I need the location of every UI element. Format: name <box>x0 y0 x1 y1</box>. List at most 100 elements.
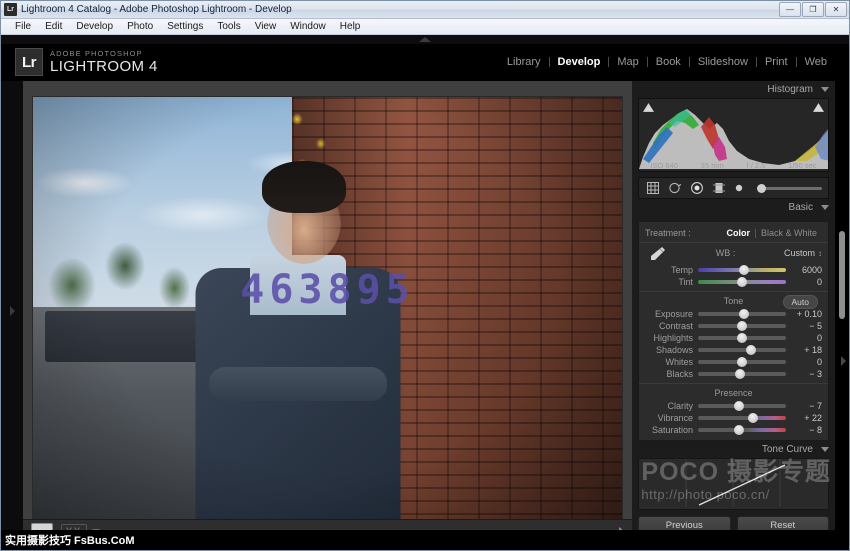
slider-track[interactable] <box>698 360 786 364</box>
slider-track[interactable] <box>698 324 786 328</box>
chevron-down-icon[interactable] <box>821 87 829 92</box>
slider-temp[interactable]: Temp 6000 <box>639 264 828 276</box>
image-canvas[interactable]: 463895 <box>23 81 632 541</box>
slider-knob[interactable] <box>734 425 744 435</box>
chevron-down-icon[interactable] <box>821 447 829 452</box>
tone-curve-graph[interactable] <box>638 458 829 510</box>
slider-exposure[interactable]: Exposure + 0.10 <box>639 308 828 320</box>
module-book[interactable]: Book <box>648 56 689 68</box>
brush-size-knob[interactable] <box>757 184 766 193</box>
menu-develop[interactable]: Develop <box>69 20 120 33</box>
slider-shadows[interactable]: Shadows + 18 <box>639 344 828 356</box>
slider-knob[interactable] <box>737 357 747 367</box>
slider-knob[interactable] <box>737 333 747 343</box>
histogram-header[interactable]: Histogram <box>632 81 835 98</box>
identity-wordmark: ADOBE PHOTOSHOP LIGHTROOM 4 <box>50 50 158 75</box>
graduated-filter-icon[interactable] <box>711 181 726 196</box>
slider-track[interactable] <box>698 416 786 420</box>
slider-contrast[interactable]: Contrast − 5 <box>639 320 828 332</box>
slider-highlights[interactable]: Highlights 0 <box>639 332 828 344</box>
menu-photo[interactable]: Photo <box>120 20 160 33</box>
exif-iso: ISO 640 <box>650 161 678 170</box>
slider-label: Blacks <box>645 369 693 379</box>
slider-knob[interactable] <box>739 265 749 275</box>
top-panel-collapse[interactable] <box>1 35 849 44</box>
module-slideshow[interactable]: Slideshow <box>690 56 756 68</box>
brush-size-slider[interactable] <box>757 187 822 190</box>
slider-label: Vibrance <box>645 413 693 423</box>
slider-whites[interactable]: Whites 0 <box>639 356 828 368</box>
adjustment-brush-icon[interactable] <box>733 181 748 196</box>
menu-tools[interactable]: Tools <box>210 20 247 33</box>
histogram-panel[interactable]: ISO 640 35 mm f / 2.5 1/50 sec <box>638 98 829 172</box>
slider-knob[interactable] <box>748 413 758 423</box>
module-map[interactable]: Map <box>609 56 646 68</box>
chevron-right-icon <box>10 306 15 316</box>
menu-help[interactable]: Help <box>333 20 368 33</box>
slider-track[interactable] <box>698 348 786 352</box>
module-web[interactable]: Web <box>797 56 835 68</box>
slider-tint[interactable]: Tint 0 <box>639 276 828 288</box>
white-balance-selector-icon[interactable] <box>645 245 667 261</box>
slider-track[interactable] <box>698 428 786 432</box>
slider-track[interactable] <box>698 268 786 272</box>
tone-curve-header[interactable]: Tone Curve <box>632 441 835 458</box>
menu-settings[interactable]: Settings <box>160 20 210 33</box>
right-panel: Histogram <box>632 81 835 541</box>
basic-panel-header[interactable]: Basic <box>632 199 835 216</box>
red-eye-correction-icon[interactable] <box>689 181 704 196</box>
left-panel-collapsed[interactable] <box>1 81 24 541</box>
slider-vibrance[interactable]: Vibrance + 22 <box>639 412 828 424</box>
menu-file[interactable]: File <box>8 20 38 33</box>
wb-value[interactable]: Custom <box>784 248 815 258</box>
lightroom-logo-icon: Lr <box>15 48 43 76</box>
slider-knob[interactable] <box>737 321 747 331</box>
identity-plate[interactable]: Lr ADOBE PHOTOSHOP LIGHTROOM 4 <box>15 48 158 76</box>
menu-window[interactable]: Window <box>283 20 333 33</box>
slider-value: 6000 <box>786 265 822 275</box>
auto-tone-button[interactable]: Auto <box>783 295 819 309</box>
slider-track[interactable] <box>698 280 786 284</box>
treatment-color-option[interactable]: Color <box>721 228 755 238</box>
slider-value: 0 <box>786 333 822 343</box>
menu-view[interactable]: View <box>248 20 284 33</box>
slider-value: + 22 <box>786 413 822 423</box>
slider-knob[interactable] <box>746 345 756 355</box>
minimize-button[interactable]: — <box>779 2 801 17</box>
slider-value: − 7 <box>786 401 822 411</box>
module-develop[interactable]: Develop <box>550 56 609 68</box>
right-panel-scrollbar[interactable] <box>839 231 845 319</box>
maximize-button[interactable]: ❐ <box>802 2 824 17</box>
close-button[interactable]: ✕ <box>825 2 847 17</box>
slider-track[interactable] <box>698 312 786 316</box>
crop-overlay-icon[interactable] <box>645 181 660 196</box>
slider-value: − 5 <box>786 321 822 331</box>
develop-tool-strip <box>638 177 829 199</box>
slider-track[interactable] <box>698 336 786 340</box>
chevron-right-icon[interactable] <box>841 356 846 366</box>
slider-track[interactable] <box>698 372 786 376</box>
slider-blacks[interactable]: Blacks − 3 <box>639 368 828 380</box>
module-print[interactable]: Print <box>757 56 796 68</box>
slider-knob[interactable] <box>737 277 747 287</box>
basic-panel: Treatment : Color Black & White WB : <box>638 221 829 441</box>
slider-knob[interactable] <box>739 309 749 319</box>
chevron-down-icon[interactable] <box>821 205 829 210</box>
slider-knob[interactable] <box>735 369 745 379</box>
spot-removal-icon[interactable] <box>667 181 682 196</box>
module-library[interactable]: Library <box>499 56 549 68</box>
tone-title: Tone <box>724 296 744 306</box>
module-picker: Library Develop Map Book Slideshow Print… <box>499 56 835 68</box>
slider-knob[interactable] <box>734 401 744 411</box>
wb-stepper-icon[interactable]: ↕ <box>818 249 822 258</box>
menu-edit[interactable]: Edit <box>38 20 69 33</box>
white-balance-row: WB : Custom ↕ <box>639 242 828 264</box>
treatment-bw-option[interactable]: Black & White <box>756 228 822 238</box>
tone-curve-title: Tone Curve <box>762 444 813 455</box>
slider-saturation[interactable]: Saturation − 8 <box>639 424 828 436</box>
right-panel-rail <box>835 81 849 541</box>
slider-clarity[interactable]: Clarity − 7 <box>639 400 828 412</box>
photo-preview[interactable]: 463895 <box>33 97 622 525</box>
slider-track[interactable] <box>698 404 786 408</box>
histogram-exif: ISO 640 35 mm f / 2.5 1/50 sec <box>639 161 828 170</box>
